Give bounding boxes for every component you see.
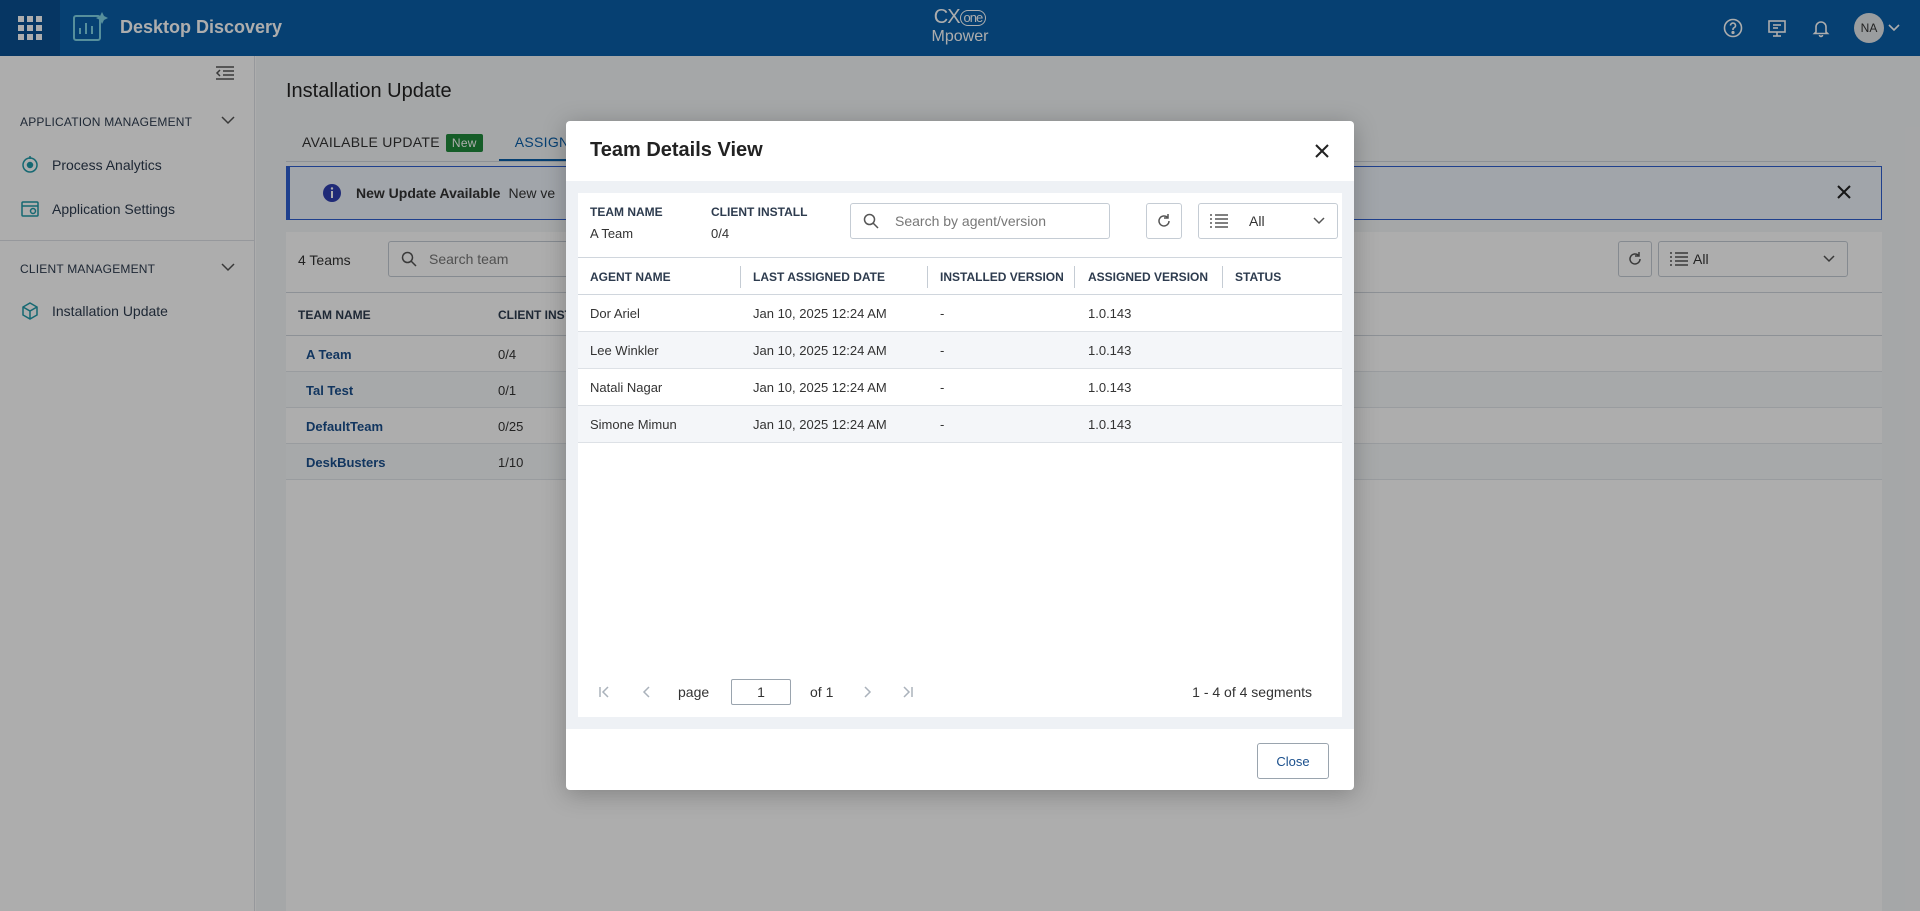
column-divider[interactable] (740, 266, 741, 288)
search-icon (863, 213, 879, 229)
assigned-version-cell: 1.0.143 (1088, 343, 1132, 358)
agent-name-cell: Dor Ariel (590, 306, 640, 321)
date-cell: Jan 10, 2025 12:24 AM (753, 306, 887, 321)
column-header-installed-version[interactable]: INSTALLED VERSION (940, 270, 1064, 284)
assigned-version-cell: 1.0.143 (1088, 306, 1132, 321)
page-number-input[interactable] (731, 679, 791, 705)
date-cell: Jan 10, 2025 12:24 AM (753, 343, 887, 358)
modal-body: TEAM NAME A Team CLIENT INSTALL 0/4 Sear… (566, 181, 1354, 729)
date-cell: Jan 10, 2025 12:24 AM (753, 380, 887, 395)
column-header-assigned-version[interactable]: ASSIGNED VERSION (1088, 270, 1208, 284)
installed-version-cell: - (940, 417, 945, 432)
list-icon (1210, 214, 1228, 228)
column-header-status[interactable]: STATUS (1235, 270, 1281, 284)
pagination-summary: 1 - 4 of 4 segments (1192, 684, 1312, 700)
client-install-value: 0/4 (711, 226, 730, 241)
table-header: AGENT NAME LAST ASSIGNED DATE INSTALLED … (578, 257, 1342, 295)
column-divider[interactable] (1074, 266, 1075, 288)
assigned-version-cell: 1.0.143 (1088, 417, 1132, 432)
chevron-down-icon (1313, 217, 1325, 225)
date-cell: Jan 10, 2025 12:24 AM (753, 417, 887, 432)
close-button[interactable]: Close (1257, 743, 1329, 779)
installed-version-cell: - (940, 380, 945, 395)
refresh-button[interactable] (1146, 203, 1182, 239)
installed-version-cell: - (940, 343, 945, 358)
column-divider[interactable] (927, 266, 928, 288)
installed-version-cell: - (940, 306, 945, 321)
page-of-label: of 1 (810, 684, 834, 700)
agent-search-placeholder: Search by agent/version (895, 213, 1046, 229)
team-details-modal: Team Details View TEAM NAME A Team CLIEN… (566, 121, 1354, 790)
next-page-icon[interactable] (860, 685, 874, 699)
agent-name-cell: Natali Nagar (590, 380, 663, 395)
refresh-icon (1158, 214, 1170, 227)
table-row[interactable]: Dor Ariel Jan 10, 2025 12:24 AM - 1.0.14… (578, 295, 1342, 332)
column-header-last-assigned-date[interactable]: LAST ASSIGNED DATE (753, 270, 885, 284)
close-icon[interactable] (1312, 141, 1332, 161)
client-install-label: CLIENT INSTALL (711, 205, 808, 219)
team-name-value: A Team (590, 226, 634, 241)
agent-name-cell: Simone Mimun (590, 417, 677, 432)
agent-search-input[interactable]: Search by agent/version (850, 203, 1110, 239)
team-name-label: TEAM NAME (590, 205, 663, 219)
agent-name-cell: Lee Winkler (590, 343, 659, 358)
pagination: page of 1 1 - 4 of 4 segments (578, 677, 1342, 707)
team-details-panel: TEAM NAME A Team CLIENT INSTALL 0/4 Sear… (578, 193, 1342, 717)
agents-table-body: Dor Ariel Jan 10, 2025 12:24 AM - 1.0.14… (578, 295, 1342, 443)
status-filter-select[interactable]: All (1198, 203, 1338, 239)
column-header-agent-name[interactable]: AGENT NAME (590, 270, 671, 284)
filter-value: All (1249, 213, 1265, 229)
modal-title: Team Details View (590, 139, 763, 161)
table-row[interactable]: Natali Nagar Jan 10, 2025 12:24 AM - 1.0… (578, 369, 1342, 406)
page-label: page (678, 684, 710, 700)
table-row[interactable]: Lee Winkler Jan 10, 2025 12:24 AM - 1.0.… (578, 332, 1342, 369)
assigned-version-cell: 1.0.143 (1088, 380, 1132, 395)
first-page-icon[interactable] (598, 685, 612, 699)
column-divider[interactable] (1222, 266, 1223, 288)
previous-page-icon[interactable] (640, 685, 654, 699)
last-page-icon[interactable] (900, 685, 914, 699)
table-row[interactable]: Simone Mimun Jan 10, 2025 12:24 AM - 1.0… (578, 406, 1342, 443)
